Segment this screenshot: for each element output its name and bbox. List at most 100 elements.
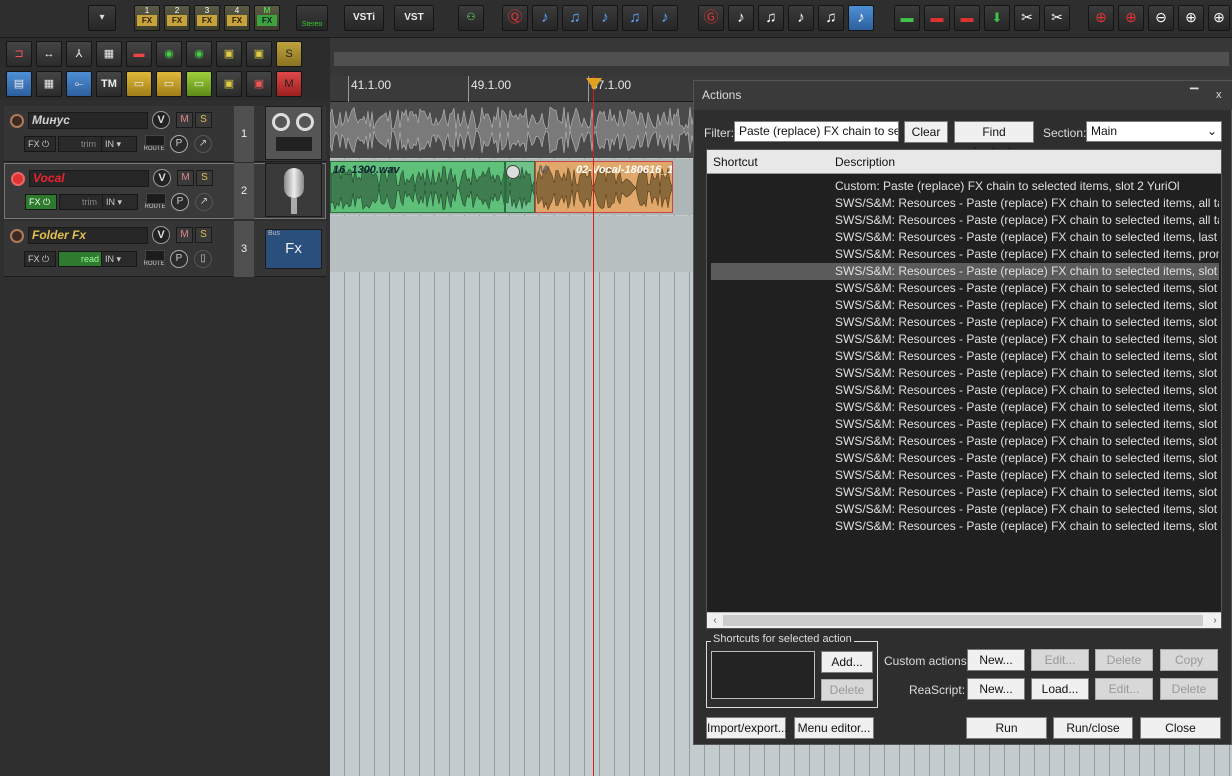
stereo-toggle-button[interactable]: Stereo: [296, 5, 328, 31]
scissors-icon-2[interactable]: ✂: [1044, 5, 1070, 31]
column-description[interactable]: Description: [835, 155, 895, 169]
snap-icon[interactable]: ⊐: [6, 41, 32, 67]
pin-icon[interactable]: ▔: [1190, 81, 1198, 110]
toolbar-menu-button[interactable]: ▾: [88, 5, 116, 31]
scroll-thumb[interactable]: [723, 615, 1203, 626]
audio-item-left[interactable]: 16_1300.wav: [330, 161, 505, 213]
width-icon[interactable]: ▯: [194, 250, 212, 268]
white-triplet-icon[interactable]: ♫: [758, 5, 784, 31]
delete-shortcut-button[interactable]: Delete: [821, 679, 873, 701]
horizontal-scrollbar[interactable]: ‹ ›: [707, 612, 1221, 628]
fx-button[interactable]: FX ⏻: [24, 136, 56, 152]
note-icon-3[interactable]: ♪: [652, 5, 678, 31]
playhead-marker[interactable]: [586, 78, 602, 90]
folder-icon-2[interactable]: ▭: [156, 71, 182, 97]
action-row[interactable]: SWS/S&M: Resources - Paste (replace) FX …: [711, 399, 1219, 416]
fx-slot-4-button[interactable]: 4 FX: [224, 5, 250, 31]
scroll-right-icon[interactable]: ›: [1207, 613, 1221, 628]
solo-button[interactable]: S: [195, 112, 212, 128]
record-arm-button[interactable]: [10, 114, 24, 128]
vst-button[interactable]: VST: [394, 5, 434, 31]
grid-icon[interactable]: ▦: [36, 71, 62, 97]
route-button[interactable]: ROUTE: [143, 192, 167, 212]
triplet-note-icon[interactable]: ♫: [622, 5, 648, 31]
clear-button[interactable]: Clear: [904, 121, 948, 143]
route-button[interactable]: ROUTE: [142, 134, 166, 154]
action-row[interactable]: SWS/S&M: Resources - Paste (replace) FX …: [711, 467, 1219, 484]
custom-edit-button[interactable]: Edit...: [1031, 649, 1089, 671]
custom-delete-button[interactable]: Delete: [1095, 649, 1153, 671]
zoom-icon[interactable]: ⊕: [1208, 5, 1230, 31]
send-icon[interactable]: ▣: [216, 41, 242, 67]
track-name[interactable]: Минус: [28, 112, 148, 129]
volume-button[interactable]: V: [152, 111, 170, 129]
action-row[interactable]: SWS/S&M: Resources - Paste (replace) FX …: [711, 433, 1219, 450]
input-button[interactable]: IN ▾: [102, 194, 138, 210]
track-name[interactable]: Vocal: [29, 170, 149, 187]
white-triplet-icon-2[interactable]: ♫: [818, 5, 844, 31]
audio-item-vocal-selected[interactable]: M 02-Vocal-180616_130...: [535, 161, 673, 213]
reascript-load-button[interactable]: Load...: [1031, 678, 1089, 700]
action-row[interactable]: SWS/S&M: Resources - Paste (replace) FX …: [711, 382, 1219, 399]
item-download-icon[interactable]: ⬇: [984, 5, 1010, 31]
tie-note-icon[interactable]: ♫: [562, 5, 588, 31]
horizontal-scrollbar[interactable]: [334, 52, 1229, 66]
fx-button[interactable]: FX ⏻: [24, 251, 56, 267]
pan-knob[interactable]: P: [171, 193, 189, 211]
action-row[interactable]: SWS/S&M: Resources - Paste (replace) FX …: [711, 450, 1219, 467]
q-red-icon[interactable]: Ⓠ: [502, 5, 528, 31]
action-row[interactable]: SWS/S&M: Resources - Paste (replace) FX …: [711, 280, 1219, 297]
pan-knob[interactable]: P: [170, 135, 188, 153]
record-arm-button[interactable]: [11, 172, 25, 186]
menu-editor-button[interactable]: Menu editor...: [794, 717, 874, 739]
action-row[interactable]: SWS/S&M: Resources - Paste (replace) FX …: [711, 229, 1219, 246]
action-row[interactable]: SWS/S&M: Resources - Paste (replace) FX …: [711, 416, 1219, 433]
run-close-button[interactable]: Run/close: [1053, 717, 1133, 739]
vsti-button[interactable]: VSTi: [344, 5, 384, 31]
mute-button[interactable]: M: [177, 170, 194, 186]
action-row[interactable]: SWS/S&M: Resources - Paste (replace) FX …: [711, 195, 1219, 212]
column-shortcut[interactable]: Shortcut: [713, 155, 758, 169]
import-export-button[interactable]: Import/export...: [706, 717, 788, 739]
section-select[interactable]: Main ⌄: [1086, 121, 1222, 142]
mute-delete-icon[interactable]: ▣: [246, 71, 272, 97]
reascript-edit-button[interactable]: Edit...: [1095, 678, 1153, 700]
custom-new-button[interactable]: New...: [967, 649, 1025, 671]
shortcuts-listbox[interactable]: [711, 651, 815, 699]
mute-button[interactable]: M: [176, 112, 193, 128]
item-red-icon[interactable]: ▬: [924, 5, 950, 31]
filter-input[interactable]: Paste (replace) FX chain to select: [734, 121, 899, 142]
grid-red-icon[interactable]: Ⓖ: [698, 5, 724, 31]
action-row[interactable]: SWS/S&M: Resources - Paste (replace) FX …: [711, 331, 1219, 348]
fx-slot-3-button[interactable]: 3 FX: [194, 5, 220, 31]
folder-d-icon[interactable]: ▣: [216, 71, 242, 97]
input-button[interactable]: IN ▾: [101, 251, 137, 267]
item-green-icon[interactable]: ▬: [894, 5, 920, 31]
folder-icon[interactable]: ▭: [126, 71, 152, 97]
action-row[interactable]: Custom: Paste (replace) FX chain to sele…: [711, 178, 1219, 195]
record-icon[interactable]: ▬: [126, 41, 152, 67]
ripple-icon[interactable]: ↔: [36, 41, 62, 67]
width-icon[interactable]: ↗: [195, 193, 213, 211]
routing-icon[interactable]: ⟜: [66, 71, 92, 97]
fx-button[interactable]: FX ⏻: [25, 194, 57, 210]
custom-copy-button[interactable]: Copy: [1160, 649, 1218, 671]
zoom-in-icon[interactable]: ⊕: [1178, 5, 1204, 31]
scroll-left-icon[interactable]: ‹: [707, 613, 723, 628]
track-name[interactable]: Folder Fx: [28, 227, 148, 244]
white-note-icon[interactable]: ♪: [728, 5, 754, 31]
media-explorer-icon[interactable]: ▤: [6, 71, 32, 97]
reascript-new-button[interactable]: New...: [967, 678, 1025, 700]
solo-icon[interactable]: S: [276, 41, 302, 67]
action-row[interactable]: SWS/S&M: Resources - Paste (replace) FX …: [711, 518, 1219, 535]
action-row[interactable]: SWS/S&M: Resources - Paste (replace) FX …: [711, 501, 1219, 518]
action-row[interactable]: SWS/S&M: Resources - Paste (replace) FX …: [711, 314, 1219, 331]
grid-active-icon[interactable]: ♪: [848, 5, 874, 31]
fx-master-button[interactable]: M FX: [254, 5, 280, 31]
walk-icon[interactable]: ⚇: [458, 5, 484, 31]
close-button[interactable]: Close: [1140, 717, 1221, 739]
record-arm-button[interactable]: [10, 229, 24, 243]
solo-button[interactable]: S: [195, 227, 212, 243]
fx-slot-1-button[interactable]: 1 FX: [134, 5, 160, 31]
action-row[interactable]: SWS/S&M: Resources - Paste (replace) FX …: [711, 348, 1219, 365]
